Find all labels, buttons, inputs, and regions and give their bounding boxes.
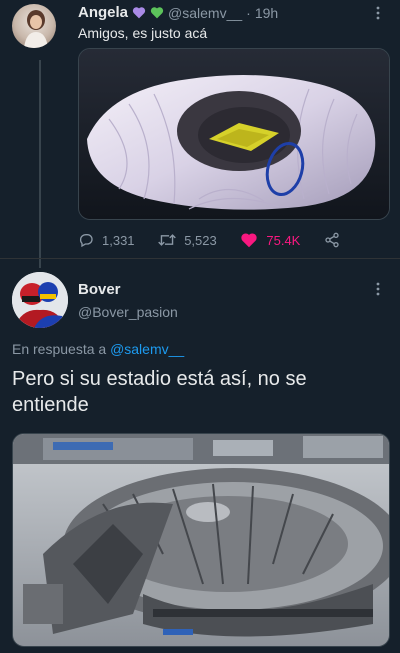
collapsed-stadium-illustration	[13, 434, 389, 646]
retweet-icon	[158, 232, 176, 248]
avatar-image	[24, 10, 48, 48]
tweet-text: Amigos, es justo acá	[78, 25, 208, 41]
tweet-time[interactable]: 19h	[255, 5, 278, 21]
like-count: 75.4K	[266, 232, 301, 248]
retweet-button[interactable]: 5,523	[158, 232, 217, 248]
avatar-angela[interactable]	[12, 4, 56, 48]
meta-separator: ·	[246, 4, 251, 21]
share-button[interactable]	[324, 232, 340, 248]
avatar-image	[12, 272, 68, 328]
reply-to-link[interactable]: @salemv__	[110, 341, 184, 357]
reply-context-label: En respuesta a	[12, 341, 107, 357]
share-icon	[324, 232, 340, 248]
green-heart-icon	[150, 6, 164, 19]
tweet-divider	[0, 258, 400, 259]
reply-icon	[78, 232, 94, 248]
retweet-count: 5,523	[184, 232, 217, 248]
avatar-bover[interactable]	[12, 272, 68, 328]
reply-count: 1,331	[102, 232, 135, 248]
more-options-icon[interactable]	[376, 6, 380, 21]
tweet-text: Pero si su estadio está así, no se entie…	[12, 368, 307, 416]
more-options-icon[interactable]	[376, 282, 380, 297]
stadium-photo[interactable]	[78, 48, 390, 220]
author-name[interactable]: Angela	[78, 4, 128, 21]
author-handle[interactable]: @Bover_pasion	[78, 304, 178, 320]
author-name[interactable]: Bover	[78, 281, 121, 298]
author-handle[interactable]: @salemv__	[168, 5, 242, 21]
thread-connector-line	[39, 60, 41, 268]
collapsed-stadium-photo[interactable]	[12, 433, 390, 647]
reply-button[interactable]: 1,331	[78, 232, 135, 248]
heart-icon	[240, 232, 258, 248]
stadium-illustration	[79, 49, 389, 219]
like-button[interactable]: 75.4K	[240, 232, 300, 248]
purple-heart-icon	[132, 6, 146, 19]
